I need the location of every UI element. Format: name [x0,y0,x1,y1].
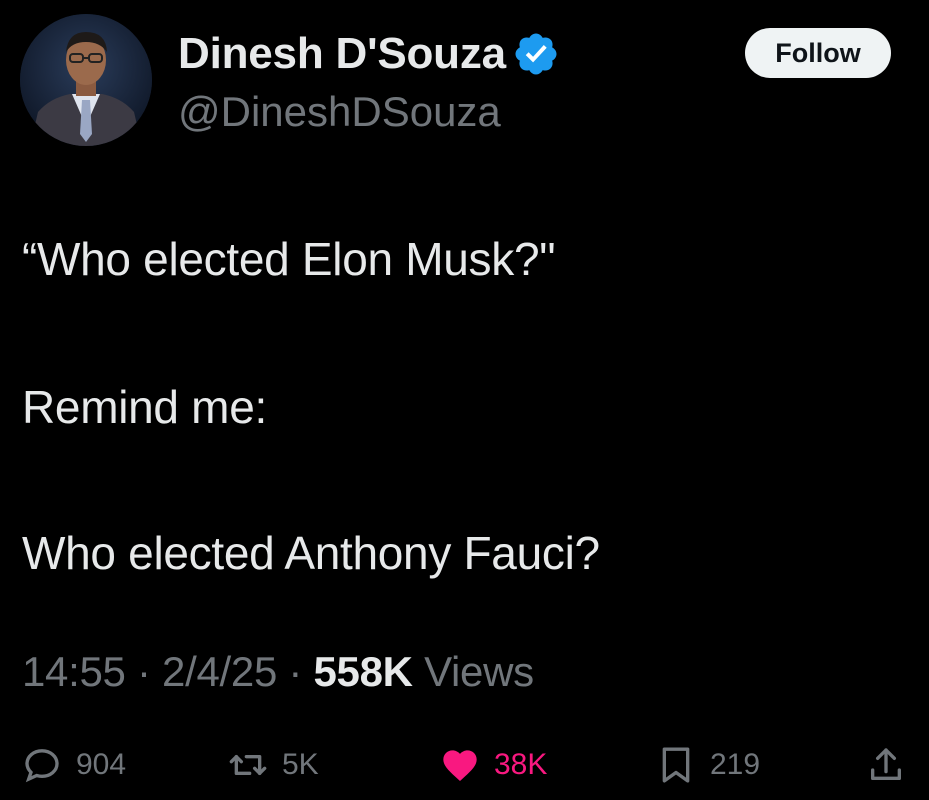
like-count: 38K [494,748,548,781]
tweet-text-line: “Who elected Elon Musk?" [22,233,556,285]
meta-separator: · [136,648,151,695]
reply-icon [22,745,62,785]
heart-icon [440,745,480,785]
tweet-card: Dinesh D'Souza @DineshDSouza Follow “Who… [0,0,929,800]
author-handle[interactable]: @DineshDSouza [178,88,501,136]
verified-badge-icon [512,30,560,78]
bookmark-button[interactable]: 219 [656,740,760,790]
tweet-text-line: Remind me: [22,381,267,433]
author-avatar[interactable] [20,14,152,146]
follow-button[interactable]: Follow [745,28,891,78]
tweet-text-line: Who elected Anthony Fauci? [22,527,600,579]
meta-separator: · [288,648,303,695]
views-count: 558K [313,648,413,695]
reply-count: 904 [76,748,127,781]
bookmark-icon [656,745,696,785]
reply-button[interactable]: 904 [22,740,126,790]
tweet-meta: 14:55 · 2/4/25 · 558K Views [22,648,534,696]
author-display-name[interactable]: Dinesh D'Souza [178,29,506,79]
retweet-button[interactable]: 5K [228,740,319,790]
avatar-image [20,14,152,146]
retweet-icon [228,745,268,785]
tweet-time[interactable]: 14:55 [22,648,126,695]
bookmark-count: 219 [710,748,761,781]
views-label: Views [424,648,534,695]
tweet-actions-bar: 904 5K 38K 219 [0,740,929,790]
share-icon [866,745,906,785]
share-button[interactable] [866,740,906,790]
author-name-row: Dinesh D'Souza [178,28,560,80]
like-button[interactable]: 38K [440,740,547,790]
retweet-count: 5K [282,748,319,781]
tweet-date[interactable]: 2/4/25 [162,648,277,695]
